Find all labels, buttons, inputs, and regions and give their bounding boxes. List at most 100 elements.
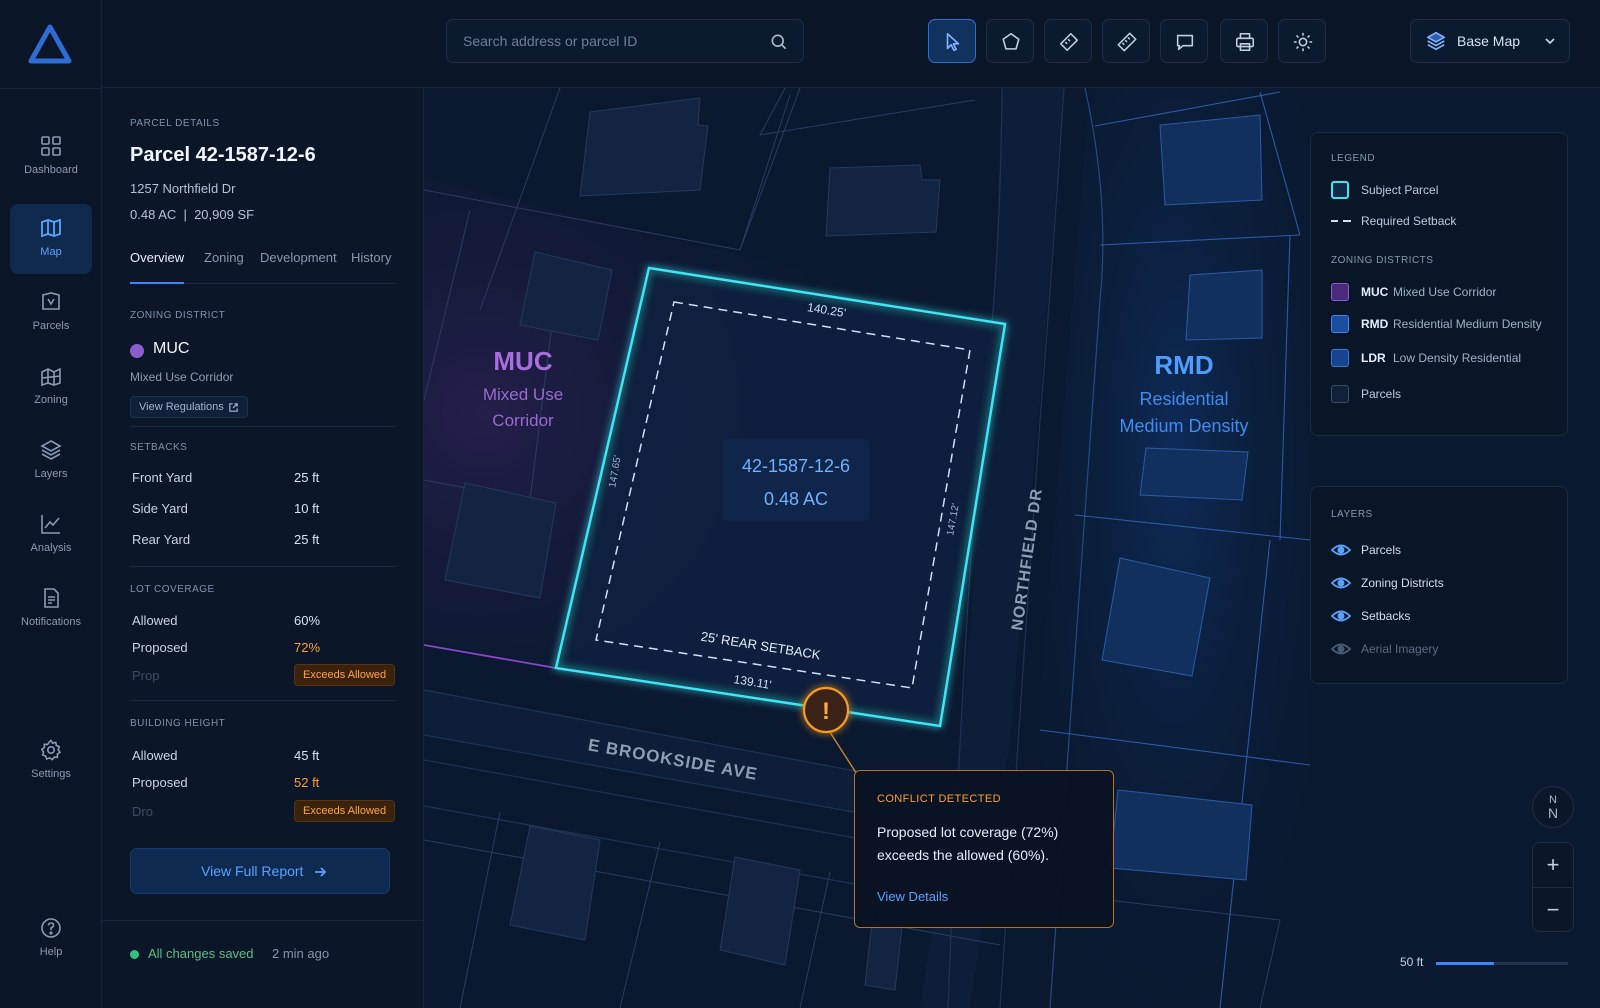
tab-overview[interactable]: Overview bbox=[130, 250, 184, 265]
zoning-code: MUC bbox=[153, 340, 190, 357]
view-full-report-label: View Full Report bbox=[201, 863, 304, 879]
parcels-swatch bbox=[1331, 385, 1349, 403]
view-regulations-label: View Regulations bbox=[139, 401, 224, 413]
legend-district-name: Low Density Residential bbox=[1393, 351, 1522, 365]
layer-label[interactable]: Parcels bbox=[1361, 543, 1401, 557]
layer-label[interactable]: Zoning Districts bbox=[1361, 576, 1444, 590]
height-allowed-value: 45 ft bbox=[294, 748, 320, 763]
nav-label: Dashboard bbox=[24, 164, 78, 176]
print-tool-button[interactable] bbox=[1220, 19, 1268, 63]
rmd-swatch bbox=[1331, 315, 1349, 333]
eye-icon[interactable] bbox=[1331, 609, 1351, 623]
tag-icon bbox=[1059, 32, 1079, 52]
search-icon[interactable] bbox=[769, 32, 789, 52]
help-icon bbox=[41, 918, 61, 938]
nav-zoning[interactable]: Zoning bbox=[10, 352, 92, 422]
parcel-title: Parcel 42-1587-12-6 bbox=[130, 144, 316, 166]
nav-map[interactable]: Map bbox=[10, 204, 92, 274]
nav-label: Zoning bbox=[34, 394, 68, 406]
layer-label[interactable]: Setbacks bbox=[1361, 609, 1410, 623]
setback-value: 10 ft bbox=[294, 501, 320, 516]
view-full-report-button[interactable]: View Full Report bbox=[130, 848, 390, 894]
print-icon bbox=[1235, 32, 1255, 52]
nav-layers[interactable]: Layers bbox=[10, 426, 92, 496]
select-tool-button[interactable] bbox=[928, 19, 976, 63]
document-icon bbox=[44, 588, 59, 608]
analysis-icon bbox=[41, 515, 60, 534]
setback-value: 25 ft bbox=[294, 532, 320, 547]
eye-icon[interactable] bbox=[1331, 543, 1351, 557]
ruler-tool-button[interactable] bbox=[1102, 19, 1150, 63]
scale-bar-fill bbox=[1436, 962, 1495, 965]
measure-tool-button[interactable] bbox=[1044, 19, 1092, 63]
view-details-link[interactable]: View Details bbox=[877, 889, 948, 904]
panel-eyebrow: PARCEL DETAILS bbox=[130, 118, 220, 129]
zoning-color-dot bbox=[130, 344, 144, 358]
conflict-marker-glyph: ! bbox=[822, 698, 830, 725]
parcel-address: 1257 Northfield Dr bbox=[130, 181, 236, 196]
parcel-size: 0.48 AC | 20,909 SF bbox=[130, 207, 255, 222]
setback-swatch bbox=[1331, 220, 1351, 222]
setback-label: Rear Yard bbox=[132, 532, 191, 547]
section-divider bbox=[130, 566, 396, 567]
comment-tool-button[interactable] bbox=[1160, 19, 1208, 63]
legend-district-name: Residential Medium Density bbox=[1393, 317, 1542, 331]
parcel-details-panel: PARCEL DETAILS Parcel 42-1587-12-6 1257 … bbox=[102, 88, 424, 1008]
layer-label[interactable]: Aerial Imagery bbox=[1361, 642, 1438, 656]
nav-label: Map bbox=[40, 246, 62, 258]
eye-icon[interactable] bbox=[1331, 576, 1351, 590]
view-regulations-button[interactable]: View Regulations bbox=[130, 396, 248, 418]
nav-analysis[interactable]: Analysis bbox=[10, 500, 92, 570]
chevron-down-icon bbox=[1545, 38, 1555, 45]
search-box[interactable] bbox=[446, 19, 804, 63]
tab-zoning[interactable]: Zoning bbox=[204, 250, 244, 265]
height-allowed-label: Allowed bbox=[132, 748, 178, 763]
nav-help[interactable]: Help bbox=[10, 904, 92, 974]
zoom-out-button[interactable]: − bbox=[1533, 887, 1573, 931]
zoning-icon bbox=[41, 367, 61, 387]
conflict-heading: CONFLICT DETECTED bbox=[877, 793, 1001, 805]
rail-divider bbox=[0, 88, 102, 89]
app-logo[interactable] bbox=[28, 24, 72, 64]
nav-dashboard[interactable]: Dashboard bbox=[10, 122, 92, 192]
eye-off-icon[interactable] bbox=[1331, 642, 1351, 656]
zoning-heading: ZONING DISTRICT bbox=[130, 310, 226, 321]
tab-development[interactable]: Development bbox=[260, 250, 337, 265]
height-proposed-value: 52 ft bbox=[294, 775, 320, 790]
zoom-in-button[interactable]: + bbox=[1533, 843, 1573, 887]
muc-map-name-1: Mixed Use bbox=[483, 385, 563, 404]
legend-district-code: LDR bbox=[1361, 351, 1386, 365]
search-input[interactable] bbox=[463, 20, 763, 62]
nav-notifications[interactable]: Notifications bbox=[10, 574, 92, 644]
status-divider bbox=[102, 920, 424, 921]
muc-swatch bbox=[1331, 283, 1349, 301]
exceeds-allowed-badge: Exceeds Allowed bbox=[294, 800, 396, 822]
setback-label: Front Yard bbox=[132, 470, 193, 485]
nav-label: Help bbox=[39, 946, 63, 958]
section-divider bbox=[130, 700, 396, 701]
parcel-area-label: 0.48 AC bbox=[764, 489, 828, 509]
polygon-tool-button[interactable] bbox=[986, 19, 1034, 63]
legend-parcels-label: Parcels bbox=[1361, 387, 1402, 401]
rmd-map-name-2: Medium Density bbox=[1119, 416, 1248, 436]
setbacks-heading: SETBACKS bbox=[130, 442, 188, 453]
zoom-control: + − bbox=[1532, 842, 1574, 932]
nav-label: Analysis bbox=[30, 542, 72, 554]
legend-panel: LEGEND Subject Parcel Required Setback Z… bbox=[1310, 132, 1568, 436]
muc-map-name-2: Corridor bbox=[492, 411, 554, 430]
external-link-icon bbox=[229, 403, 238, 412]
nav-settings[interactable]: Settings bbox=[10, 726, 92, 796]
basemap-selector[interactable]: Base Map bbox=[1410, 19, 1570, 63]
parcel-id-label: 42-1587-12-6 bbox=[742, 456, 850, 476]
districts-heading: ZONING DISTRICTS bbox=[1331, 255, 1434, 266]
layers-icon bbox=[1426, 31, 1446, 51]
coverage-allowed-label: Allowed bbox=[132, 613, 178, 628]
legend-subject-label: Subject Parcel bbox=[1361, 183, 1439, 197]
muc-map-code: MUC bbox=[493, 346, 552, 376]
nav-parcels[interactable]: Parcels bbox=[10, 278, 92, 348]
theme-tool-button[interactable] bbox=[1278, 19, 1326, 63]
north-arrow[interactable]: N N bbox=[1532, 786, 1574, 828]
tab-history[interactable]: History bbox=[351, 250, 391, 265]
legend-heading: LEGEND bbox=[1331, 153, 1376, 164]
nav-rail: Dashboard Map Parcels Zoning Layers Anal… bbox=[0, 0, 102, 1008]
